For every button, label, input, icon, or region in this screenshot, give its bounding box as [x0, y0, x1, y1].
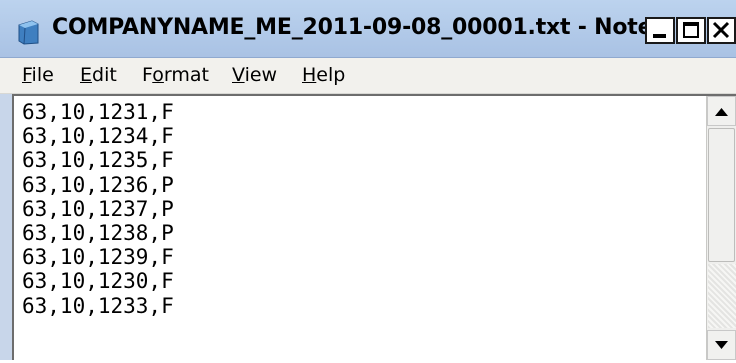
menu-help-mnemonic: H: [302, 64, 317, 86]
text-line[interactable]: 63,10,1235,F: [22, 148, 174, 172]
maximize-icon: [683, 22, 699, 38]
text-line[interactable]: 63,10,1234,F: [22, 124, 174, 148]
scroll-thumb[interactable]: [708, 128, 735, 262]
menu-edit-mnemonic: E: [80, 64, 93, 86]
menu-help-label: elp: [316, 64, 346, 86]
window-title: COMPANYNAME_ME_2011-09-08_00001.txt - No…: [52, 15, 677, 40]
menu-bar: File Edit Format View Help: [0, 58, 736, 94]
scroll-down-arrow-icon: [715, 341, 728, 349]
menu-view-label: iew: [244, 64, 278, 86]
close-icon: [712, 21, 730, 39]
maximize-button[interactable]: [676, 17, 706, 44]
menu-format-label: rmat: [163, 64, 209, 86]
scroll-down-button[interactable]: [707, 330, 736, 360]
menu-format-mnemonic: o: [152, 64, 164, 86]
scroll-up-arrow-icon: [715, 108, 728, 116]
menu-file[interactable]: File: [22, 64, 54, 86]
vertical-scrollbar[interactable]: [706, 96, 736, 360]
text-line[interactable]: 63,10,1236,P: [22, 173, 174, 197]
scroll-up-button[interactable]: [707, 96, 736, 126]
menu-view[interactable]: View: [232, 64, 277, 86]
text-line[interactable]: 63,10,1233,F: [22, 294, 174, 318]
notepad-window: COMPANYNAME_ME_2011-09-08_00001.txt - No…: [0, 0, 736, 360]
menu-file-mnemonic: F: [22, 64, 32, 86]
notepad-icon: [18, 20, 39, 45]
text-line[interactable]: 63,10,1231,F: [22, 100, 174, 124]
menu-help[interactable]: Help: [302, 64, 345, 86]
text-line[interactable]: 63,10,1239,F: [22, 245, 174, 269]
scroll-track[interactable]: [708, 264, 736, 328]
text-lines: 63,10,1231,F 63,10,1234,F 63,10,1235,F 6…: [22, 100, 174, 318]
text-line[interactable]: 63,10,1230,F: [22, 269, 174, 293]
menu-format[interactable]: Format: [142, 64, 209, 86]
text-line[interactable]: 63,10,1237,P: [22, 197, 174, 221]
text-line[interactable]: 63,10,1238,P: [22, 221, 174, 245]
menu-view-mnemonic: V: [232, 64, 245, 86]
title-bar[interactable]: COMPANYNAME_ME_2011-09-08_00001.txt - No…: [0, 0, 736, 58]
minimize-button[interactable]: [645, 17, 675, 44]
menu-file-label: ile: [31, 64, 54, 86]
menu-edit-label: dit: [92, 64, 117, 86]
minimize-icon: [653, 34, 666, 38]
text-editor[interactable]: 63,10,1231,F 63,10,1234,F 63,10,1235,F 6…: [12, 94, 736, 360]
menu-format-prefix: F: [142, 64, 153, 86]
menu-edit[interactable]: Edit: [80, 64, 117, 86]
close-button[interactable]: [707, 17, 736, 44]
